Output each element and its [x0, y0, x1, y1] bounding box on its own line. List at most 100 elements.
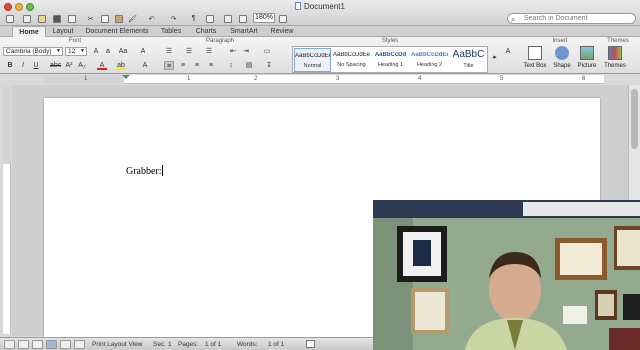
- scrollbar-thumb[interactable]: [631, 89, 638, 149]
- media-browser-icon[interactable]: [237, 13, 248, 24]
- new-document-icon[interactable]: [4, 13, 15, 24]
- font-color-button[interactable]: A: [97, 61, 107, 70]
- tab-document-elements[interactable]: Document Elements: [84, 26, 150, 37]
- style-sample: AaBbCcDdEe: [295, 53, 330, 59]
- pages-value: 1 of 1: [205, 341, 222, 348]
- tab-layout[interactable]: Layout: [48, 26, 78, 37]
- increase-indent-icon[interactable]: ⇥: [241, 47, 251, 56]
- print-layout-view-button[interactable]: [46, 340, 57, 349]
- italic-button[interactable]: I: [18, 61, 28, 70]
- sidebar-toggle-icon[interactable]: [204, 13, 215, 24]
- paste-icon[interactable]: [113, 13, 124, 24]
- search-input[interactable]: [524, 15, 624, 22]
- strikethrough-button[interactable]: abc: [50, 61, 61, 70]
- highlight-button[interactable]: ab: [116, 61, 126, 70]
- justify-button[interactable]: ≡: [206, 61, 216, 70]
- tab-review[interactable]: Review: [266, 26, 298, 37]
- grow-font-icon[interactable]: A: [91, 47, 101, 56]
- horizontal-ruler[interactable]: 1 1 2 3 4 5 6: [44, 75, 604, 84]
- draft-view-button[interactable]: [4, 340, 15, 349]
- style-title[interactable]: AaBbC Title: [450, 48, 487, 72]
- styles-scroll-right-icon[interactable]: ▸: [490, 53, 500, 62]
- copy-icon[interactable]: [99, 13, 110, 24]
- sort-icon[interactable]: ↧: [264, 61, 274, 70]
- decrease-indent-icon[interactable]: ⇤: [228, 47, 238, 56]
- tab-home[interactable]: Home: [12, 26, 46, 37]
- style-normal[interactable]: AaBbCcDdEe Normal: [294, 48, 331, 72]
- zoom-field[interactable]: 180%: [253, 13, 275, 23]
- underline-button[interactable]: U: [31, 61, 41, 70]
- themes-button[interactable]: Themes: [602, 46, 628, 73]
- window-title: Document1: [0, 2, 640, 11]
- vertical-ruler-top-margin: [3, 86, 11, 164]
- clear-formatting-icon[interactable]: A: [138, 47, 148, 56]
- templates-icon[interactable]: [21, 13, 32, 24]
- style-name: Heading 2: [416, 62, 443, 68]
- webcam-video-overlay: [373, 200, 640, 350]
- ruler-number: 1: [187, 76, 191, 82]
- change-case-icon[interactable]: Aa: [118, 47, 128, 56]
- style-no-spacing[interactable]: AaBbCcDdEe No Spacing: [333, 48, 370, 72]
- ruler-number: 5: [500, 76, 504, 82]
- shape-icon: [555, 46, 569, 60]
- shape-label: Shape: [553, 63, 571, 69]
- shading-icon[interactable]: ▤: [244, 61, 254, 70]
- numbering-icon[interactable]: ☰: [184, 47, 194, 56]
- toolbox-icon[interactable]: [222, 13, 233, 24]
- text-cursor: [161, 165, 163, 176]
- vertical-ruler[interactable]: [3, 86, 11, 334]
- open-icon[interactable]: [36, 13, 47, 24]
- ruler-number: 4: [418, 76, 422, 82]
- tab-smartart[interactable]: SmartArt: [226, 26, 262, 37]
- proofing-icon[interactable]: [306, 340, 315, 348]
- text-box-button[interactable]: Text Box: [522, 46, 548, 73]
- text-effects-icon[interactable]: A: [140, 61, 150, 70]
- paragraph-group-title: Paragraph: [205, 38, 235, 44]
- picture-icon: [580, 46, 594, 60]
- style-heading-2[interactable]: AaBbCcDdEe Heading 2: [411, 48, 448, 72]
- shrink-font-icon[interactable]: a: [103, 47, 113, 56]
- notebook-view-button[interactable]: [60, 340, 71, 349]
- picture-button[interactable]: Picture: [574, 46, 600, 73]
- font-size-select[interactable]: 12 ▼: [65, 47, 87, 56]
- window-title-text: Document1: [304, 2, 345, 11]
- style-heading-1[interactable]: AaBbCcDd Heading 1: [372, 48, 409, 72]
- bullets-icon[interactable]: ☰: [164, 47, 174, 56]
- first-line-indent-marker[interactable]: [122, 75, 130, 79]
- tab-tables[interactable]: Tables: [155, 26, 187, 37]
- publishing-view-button[interactable]: [32, 340, 43, 349]
- align-center-button[interactable]: ≡: [178, 61, 188, 70]
- line-spacing-icon[interactable]: ↕: [226, 61, 236, 70]
- subscript-button[interactable]: A₂: [77, 61, 87, 70]
- print-icon[interactable]: [66, 13, 77, 24]
- format-painter-icon[interactable]: 🖌: [127, 13, 138, 24]
- pilcrow-icon[interactable]: ¶: [188, 13, 199, 24]
- undo-icon[interactable]: ↶: [146, 13, 157, 24]
- search-field[interactable]: ⌕: [507, 13, 636, 24]
- focus-view-button[interactable]: [74, 340, 85, 349]
- save-icon[interactable]: [51, 13, 62, 24]
- superscript-button[interactable]: A²: [64, 61, 74, 70]
- document-body-text[interactable]: Grabber:: [126, 165, 163, 177]
- document-icon: [295, 2, 302, 10]
- align-left-button[interactable]: ≡: [164, 61, 174, 70]
- redo-icon[interactable]: ↷: [168, 13, 179, 24]
- text-box-label: Text Box: [523, 63, 547, 69]
- pages-label: Pages:: [178, 341, 199, 348]
- cut-icon[interactable]: ✂: [85, 13, 96, 24]
- tab-charts[interactable]: Charts: [190, 26, 222, 37]
- shape-button[interactable]: Shape: [549, 46, 575, 73]
- bold-button[interactable]: B: [5, 61, 15, 70]
- style-sample: AaBbCcDdEe: [411, 52, 448, 58]
- outline-view-button[interactable]: [18, 340, 29, 349]
- document-text: Grabber:: [126, 166, 162, 177]
- help-icon[interactable]: [277, 13, 288, 24]
- insert-group-title: Insert: [552, 38, 568, 44]
- font-size-value: 12: [68, 48, 76, 55]
- section-label: Sec: [153, 341, 165, 348]
- multilevel-list-icon[interactable]: ☰: [204, 47, 214, 56]
- font-name-select[interactable]: Cambria (Body) ▼: [3, 47, 63, 56]
- styles-pane-icon[interactable]: A: [503, 47, 513, 56]
- borders-icon[interactable]: ▭: [262, 47, 272, 56]
- align-right-button[interactable]: ≡: [192, 61, 202, 70]
